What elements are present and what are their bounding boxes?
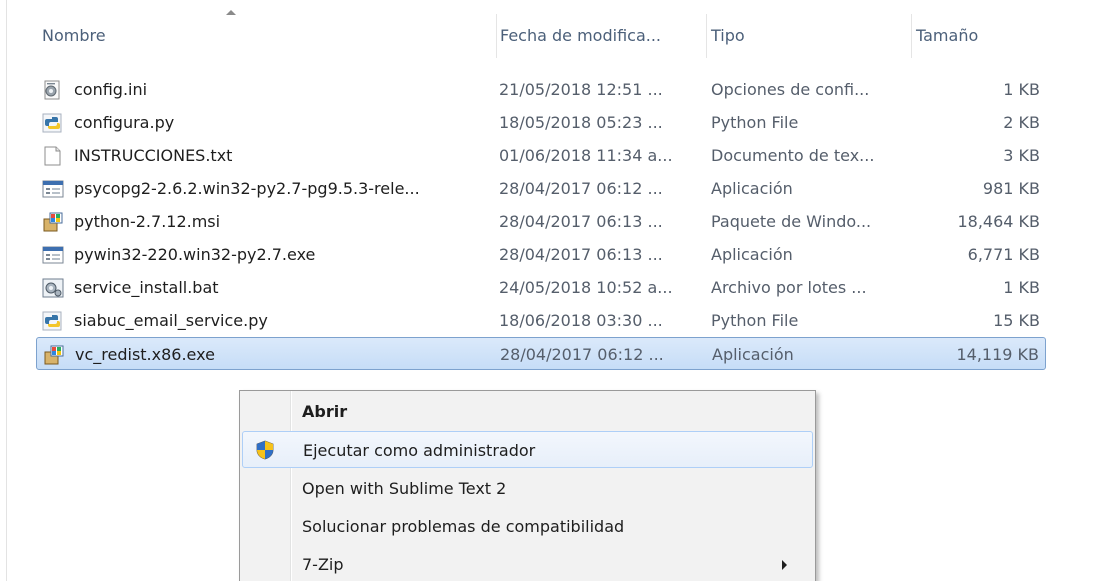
batch-file-icon <box>42 278 64 298</box>
menu-item-troubleshoot-label: Solucionar problemas de compatibilidad <box>302 517 625 536</box>
file-name: siabuc_email_service.py <box>74 311 268 330</box>
file-row[interactable]: config.ini 21/05/2018 12:51 ... Opciones… <box>36 73 1046 106</box>
application-icon <box>42 180 64 198</box>
file-type: Aplicación <box>711 245 793 264</box>
column-header-date[interactable]: Fecha de modifica... <box>496 14 706 58</box>
file-size: 14,119 KB <box>956 345 1039 364</box>
file-row[interactable]: psycopg2-2.6.2.win32-py2.7-pg9.5.3-rele.… <box>36 172 1046 205</box>
application-icon <box>42 246 64 264</box>
window-left-edge <box>6 0 7 581</box>
file-row[interactable]: INSTRUCCIONES.txt 01/06/2018 11:34 a... … <box>36 139 1046 172</box>
file-name: vc_redist.x86.exe <box>75 345 215 364</box>
menu-item-open[interactable]: Abrir <box>242 393 813 430</box>
python-file-icon <box>42 311 62 331</box>
file-type: Aplicación <box>712 345 794 364</box>
file-type: Aplicación <box>711 179 793 198</box>
file-row[interactable]: configura.py 18/05/2018 05:23 ... Python… <box>36 106 1046 139</box>
menu-item-open-sublime[interactable]: Open with Sublime Text 2 <box>242 470 813 507</box>
file-row[interactable]: siabuc_email_service.py 18/06/2018 03:30… <box>36 304 1046 337</box>
file-date: 28/04/2017 06:13 ... <box>499 212 663 231</box>
file-date: 28/04/2017 06:12 ... <box>499 179 663 198</box>
file-size: 981 KB <box>982 179 1040 198</box>
file-type: Archivo por lotes ... <box>711 278 867 297</box>
file-type: Documento de tex... <box>711 146 875 165</box>
text-file-icon <box>44 146 61 166</box>
file-size: 3 KB <box>1003 146 1040 165</box>
menu-item-open-sublime-label: Open with Sublime Text 2 <box>302 479 507 498</box>
file-row[interactable]: python-2.7.12.msi 28/04/2017 06:13 ... P… <box>36 205 1046 238</box>
context-menu: Abrir Ejecutar como administrador Open w… <box>239 390 816 581</box>
file-date: 28/04/2017 06:12 ... <box>500 345 664 364</box>
menu-item-7zip[interactable]: 7-Zip <box>242 546 813 581</box>
submenu-arrow-icon <box>782 560 787 570</box>
file-size: 6,771 KB <box>967 245 1040 264</box>
file-date: 18/05/2018 05:23 ... <box>499 113 663 132</box>
menu-item-open-label: Abrir <box>302 402 348 421</box>
file-name: INSTRUCCIONES.txt <box>74 146 233 165</box>
file-size: 1 KB <box>1003 278 1040 297</box>
file-size: 15 KB <box>993 311 1040 330</box>
file-size: 1 KB <box>1003 80 1040 99</box>
file-type: Python File <box>711 311 799 330</box>
menu-item-run-as-admin[interactable]: Ejecutar como administrador <box>242 431 813 468</box>
installer-package-icon <box>43 212 63 232</box>
file-size: 2 KB <box>1003 113 1040 132</box>
file-row[interactable]: pywin32-220.win32-py2.7.exe 28/04/2017 0… <box>36 238 1046 271</box>
file-list: config.ini 21/05/2018 12:51 ... Opciones… <box>36 73 1046 370</box>
file-type: Opciones de confi... <box>711 80 870 99</box>
file-name: service_install.bat <box>74 278 219 297</box>
file-name: pywin32-220.win32-py2.7.exe <box>74 245 316 264</box>
menu-item-troubleshoot-compatibility[interactable]: Solucionar problemas de compatibilidad <box>242 508 813 545</box>
file-date: 18/06/2018 03:30 ... <box>499 311 663 330</box>
uac-shield-icon <box>256 440 274 460</box>
python-file-icon <box>42 113 62 133</box>
installer-package-icon <box>44 345 64 365</box>
menu-item-run-as-admin-label: Ejecutar como administrador <box>303 441 536 460</box>
menu-item-7zip-label: 7-Zip <box>302 555 344 574</box>
column-header-size[interactable]: Tamaño <box>911 14 1056 58</box>
file-date: 21/05/2018 12:51 ... <box>499 80 663 99</box>
file-size: 18,464 KB <box>957 212 1040 231</box>
file-name: psycopg2-2.6.2.win32-py2.7-pg9.5.3-rele.… <box>74 179 420 198</box>
file-name: config.ini <box>74 80 148 99</box>
file-date: 24/05/2018 10:52 a... <box>499 278 673 297</box>
file-row-selected[interactable]: vc_redist.x86.exe 28/04/2017 06:12 ... A… <box>36 337 1046 370</box>
settings-file-icon <box>44 80 60 100</box>
file-type: Python File <box>711 113 799 132</box>
column-header-type[interactable]: Tipo <box>706 14 911 58</box>
file-date: 28/04/2017 06:13 ... <box>499 245 663 264</box>
column-header-bar: Nombre Fecha de modifica... Tipo Tamaño <box>30 10 1056 58</box>
column-header-name[interactable]: Nombre <box>30 14 496 58</box>
file-name: configura.py <box>74 113 175 132</box>
file-row[interactable]: service_install.bat 24/05/2018 10:52 a..… <box>36 271 1046 304</box>
file-type: Paquete de Windo... <box>711 212 872 231</box>
file-name: python-2.7.12.msi <box>74 212 221 231</box>
file-date: 01/06/2018 11:34 a... <box>499 146 673 165</box>
